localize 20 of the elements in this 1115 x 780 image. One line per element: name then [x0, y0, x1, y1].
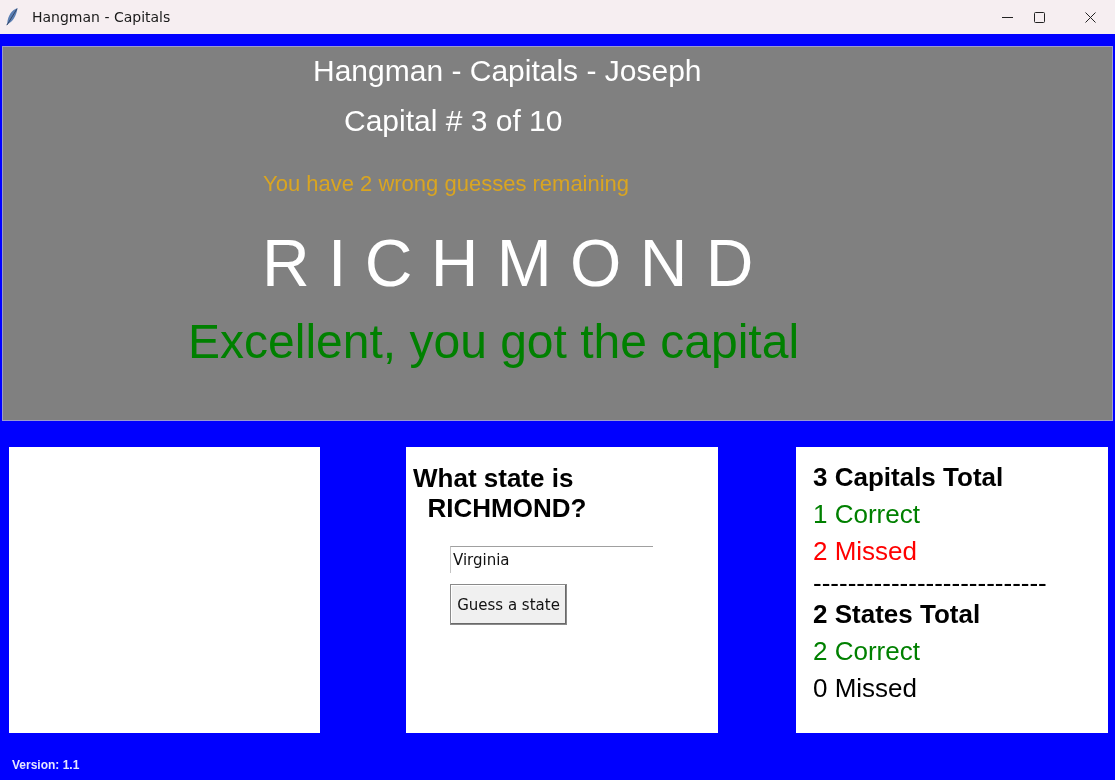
game-title: Hangman - Capitals - Joseph: [313, 54, 702, 88]
feather-icon: [6, 8, 18, 26]
word-letters: R I C H M O N D: [262, 228, 754, 298]
dashed-divider: ---------------------------: [813, 570, 1047, 596]
stat-count: 2 Correct: [813, 635, 921, 668]
version-label: Version: 1.1: [12, 758, 80, 772]
result-message: Excellent, you got the capital: [188, 315, 800, 369]
stat-total: 3 Capitals Total: [813, 461, 1005, 494]
stat-count: 0 Missed: [813, 672, 919, 705]
guesses-remaining: You have 2 wrong guesses remaining: [263, 171, 630, 197]
guess-button[interactable]: Guess a state: [450, 584, 567, 625]
capital-counter: Capital # 3 of 10: [344, 104, 563, 138]
question-prompt: What state is RICHMOND?: [413, 463, 587, 523]
stat-total: 2 States Total: [813, 598, 982, 631]
state-input[interactable]: Virginia: [450, 546, 653, 573]
close-icon: [1084, 11, 1096, 23]
maximize-icon: [1033, 11, 1045, 23]
stat-count: 2 Missed: [813, 535, 919, 568]
stat-count: 1 Correct: [813, 498, 921, 531]
window-title: Hangman - Capitals: [32, 9, 171, 25]
